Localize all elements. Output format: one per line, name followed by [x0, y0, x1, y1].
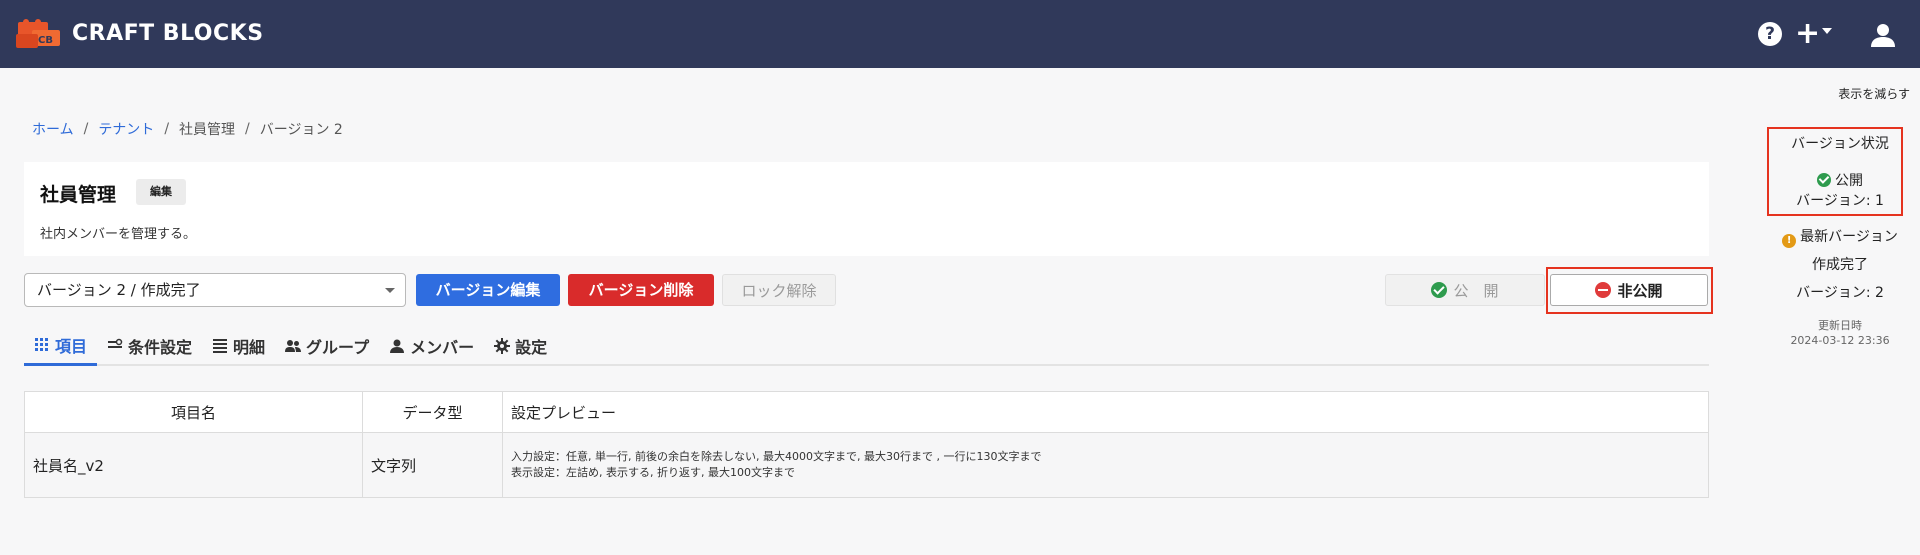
brand-logo[interactable]: CB CRAFT BLOCKS	[14, 16, 264, 50]
check-circle-icon	[1817, 173, 1831, 187]
edit-version-button[interactable]: バージョン編集	[416, 274, 560, 306]
cell-item-name: 社員名_v2	[24, 432, 363, 498]
svg-text:CB: CB	[38, 35, 53, 46]
table-header-row: 項目名 データ型 設定プレビュー	[24, 391, 1709, 433]
latest-status: 作成完了	[1812, 257, 1868, 273]
published-label: 公開	[1835, 173, 1863, 189]
tab-label: 項目	[55, 336, 88, 356]
breadcrumb-separator: /	[164, 121, 170, 137]
breadcrumb: ホーム / テナント / 社員管理 / バージョン 2	[32, 119, 343, 139]
breadcrumb-separator: /	[245, 121, 250, 137]
preview-display-settings: 表示設定：左詰め, 表示する, 折り返す, 最大100文字まで	[511, 466, 795, 479]
person-icon	[390, 339, 405, 353]
check-circle-icon	[1431, 282, 1448, 298]
top-navbar: CB CRAFT BLOCKS ? +	[0, 0, 1920, 68]
chevron-down-icon[interactable]	[1822, 28, 1832, 34]
help-circle-icon[interactable]: ?	[1758, 22, 1782, 46]
breadcrumb-current: バージョン 2	[259, 122, 343, 138]
preview-input-settings: 入力設定：任意, 単一行, 前後の余白を除去しない, 最大4000文字まで, 最…	[511, 450, 1042, 463]
updated-label: 更新日時	[1818, 319, 1862, 332]
chevron-down-icon	[385, 288, 395, 293]
filter-icon	[108, 338, 123, 348]
version-select[interactable]: バージョン 2 / 作成完了	[24, 273, 406, 307]
breadcrumb-home[interactable]: ホーム	[32, 119, 74, 139]
page-description: 社内メンバーを管理する。	[40, 227, 197, 242]
tab-label: メンバー	[410, 338, 475, 357]
status-title: バージョン状況	[1791, 136, 1889, 152]
group-icon	[285, 340, 302, 352]
tab-groups[interactable]: グループ	[275, 326, 379, 366]
edit-button[interactable]: 編集	[136, 179, 186, 205]
tab-items[interactable]: 項目	[24, 326, 98, 366]
column-header-preview: 設定プレビュー	[502, 391, 1709, 433]
tab-bar: 項目 条件設定 明細 グループ メンバー 設定	[24, 326, 1709, 366]
breadcrumb-tenant[interactable]: テナント	[98, 119, 154, 139]
grid-icon	[35, 337, 48, 351]
show-less-link[interactable]: 表示を減らす	[1838, 85, 1910, 102]
version-select-value: バージョン 2 / 作成完了	[37, 281, 201, 299]
tab-label: 明細	[233, 338, 266, 357]
tab-settings[interactable]: 設定	[484, 326, 557, 366]
table-row[interactable]: 社員名_v2 文字列 入力設定：任意, 単一行, 前後の余白を除去しない, 最大…	[24, 432, 1709, 498]
tab-details[interactable]: 明細	[202, 326, 275, 366]
brand-name: CRAFT BLOCKS	[72, 20, 264, 46]
tab-label: グループ	[306, 338, 370, 357]
column-header-type: データ型	[362, 391, 503, 433]
blocks-logo-icon: CB	[16, 19, 60, 48]
plus-icon[interactable]: +	[1795, 19, 1821, 49]
publish-label: 公 開	[1453, 282, 1499, 300]
tab-conditions[interactable]: 条件設定	[97, 326, 202, 366]
published-version: バージョン: 1	[1796, 193, 1884, 209]
breadcrumb-app: 社員管理	[179, 122, 236, 138]
published-status: 公開	[1775, 170, 1905, 190]
app-header-card: 社員管理 編集 社内メンバーを管理する。	[24, 162, 1709, 256]
gear-icon	[494, 338, 511, 354]
unlock-button[interactable]: ロック解除	[722, 274, 836, 306]
tab-label: 設定	[515, 338, 548, 357]
column-header-name: 項目名	[24, 391, 363, 433]
cell-data-type: 文字列	[362, 432, 503, 498]
warning-icon: !	[1782, 234, 1797, 248]
list-icon	[213, 339, 228, 353]
highlight-box	[1546, 267, 1713, 314]
updated-at: 2024-03-12 23:36	[1790, 334, 1890, 347]
latest-version: バージョン: 2	[1796, 285, 1884, 301]
cell-preview: 入力設定：任意, 単一行, 前後の余白を除去しない, 最大4000文字まで, 最…	[502, 432, 1709, 498]
delete-version-button[interactable]: バージョン削除	[568, 274, 714, 306]
tab-label: 条件設定	[128, 338, 193, 357]
tab-members[interactable]: メンバー	[379, 326, 484, 366]
items-table: 項目名 データ型 設定プレビュー 社員名_v2 文字列 入力設定：任意, 単一行…	[24, 391, 1709, 498]
latest-version-status: ! 最新バージョン	[1775, 226, 1905, 248]
page-title: 社員管理	[40, 184, 117, 206]
latest-label: 最新バージョン	[1800, 229, 1898, 245]
user-icon[interactable]	[1870, 22, 1896, 48]
publish-button[interactable]: 公 開	[1385, 274, 1545, 306]
breadcrumb-separator: /	[83, 121, 89, 137]
